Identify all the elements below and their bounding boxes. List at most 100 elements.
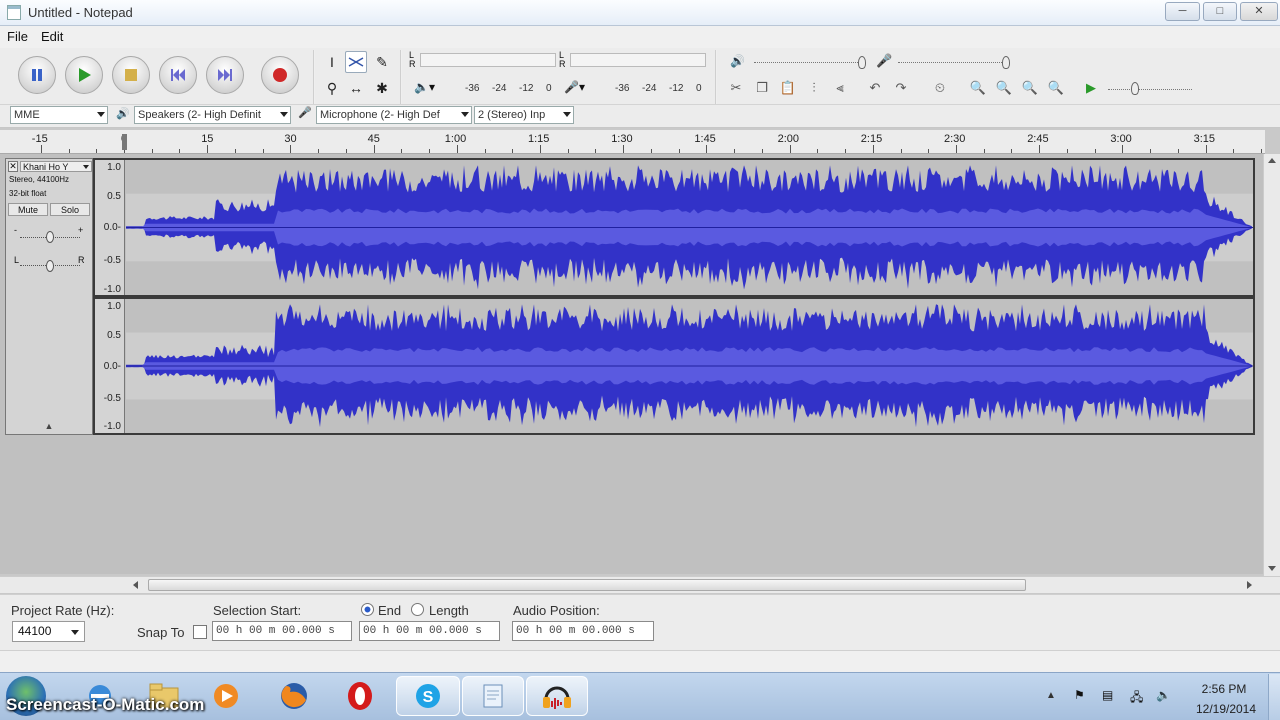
- record-button[interactable]: [261, 56, 299, 94]
- network-icon[interactable]: 🖧: [1130, 688, 1143, 709]
- zoom-out-icon[interactable]: 🔍: [994, 78, 1014, 98]
- ruler-minor-tick: [68, 149, 70, 153]
- channel-left[interactable]: 1.0 0.5 0.0- -0.5 -1.0: [93, 158, 1255, 297]
- input-volume-slider[interactable]: [898, 62, 1008, 63]
- notepad-taskbar-icon[interactable]: [462, 676, 524, 716]
- mute-button[interactable]: Mute: [8, 203, 48, 216]
- scale-label: 0.5: [107, 330, 121, 341]
- selection-tool-icon[interactable]: I: [321, 51, 343, 73]
- solo-button[interactable]: Solo: [50, 203, 90, 216]
- collapse-track-button[interactable]: ▲: [8, 421, 90, 433]
- track-close-button[interactable]: ✕: [8, 161, 18, 172]
- envelope-tool-icon[interactable]: [345, 51, 367, 73]
- ruler-tick-label: 2:15: [860, 133, 883, 145]
- vertical-scrollbar[interactable]: [1263, 154, 1280, 580]
- snap-to-checkbox[interactable]: [193, 625, 207, 639]
- output-volume-thumb[interactable]: [858, 56, 866, 69]
- clock-time[interactable]: 2:56 PM: [1199, 682, 1249, 696]
- audacity-taskbar-icon[interactable]: [526, 676, 588, 716]
- audio-position-field[interactable]: 00 h 00 m 00.000 s: [512, 621, 654, 641]
- draw-tool-icon[interactable]: ✎: [371, 51, 393, 73]
- stop-button[interactable]: [112, 56, 150, 94]
- play-speed-thumb[interactable]: [1131, 82, 1139, 95]
- show-desktop-button[interactable]: [1268, 674, 1280, 720]
- zoom-tool-icon[interactable]: ⚲: [321, 77, 343, 99]
- playhead-marker[interactable]: [122, 134, 127, 150]
- scale-label: -0.5: [103, 393, 121, 404]
- multi-tool-icon[interactable]: ✱: [371, 77, 393, 99]
- skip-to-end-button[interactable]: [206, 56, 244, 94]
- paste-icon[interactable]: 📋: [778, 78, 798, 98]
- horizontal-scrollbar[interactable]: [0, 576, 1280, 593]
- sync-lock-icon[interactable]: ⏲: [930, 78, 950, 98]
- volume-tray-icon[interactable]: 🔈: [1156, 688, 1171, 702]
- pan-thumb[interactable]: [46, 260, 54, 272]
- action-center-icon[interactable]: ⚑: [1074, 688, 1085, 702]
- media-player-taskbar-icon[interactable]: [206, 676, 246, 716]
- ruler-minor-tick: [900, 149, 902, 153]
- recording-device-dropdown[interactable]: Microphone (2- High Def: [316, 106, 472, 124]
- output-volume-slider[interactable]: [754, 62, 864, 63]
- ruler-minor-tick: [1177, 149, 1179, 153]
- firefox-taskbar-icon[interactable]: [274, 676, 314, 716]
- menu-edit[interactable]: Edit: [41, 29, 63, 44]
- ruler-minor-tick: [484, 149, 486, 153]
- zoom-in-icon[interactable]: 🔍: [968, 78, 988, 98]
- selection-end-field[interactable]: 00 h 00 m 00.000 s: [359, 621, 500, 641]
- show-hidden-icons-icon[interactable]: ▲: [1046, 690, 1056, 701]
- fit-project-icon[interactable]: 🔍: [1046, 78, 1066, 98]
- maximize-button[interactable]: □: [1203, 2, 1237, 21]
- project-rate-dropdown[interactable]: 44100: [12, 621, 85, 642]
- length-radio[interactable]: [411, 603, 424, 616]
- close-button[interactable]: ✕: [1240, 2, 1278, 21]
- device-icon[interactable]: ▤: [1102, 688, 1113, 702]
- waveform-right[interactable]: [126, 299, 1253, 433]
- track-name-menu[interactable]: Khani Ho Y: [20, 161, 92, 172]
- time-shift-tool-icon[interactable]: ↔: [345, 77, 367, 99]
- play-speed-slider[interactable]: [1108, 89, 1192, 90]
- ruler-minor-tick: [96, 149, 98, 153]
- cut-icon[interactable]: ✂: [726, 78, 746, 98]
- skip-to-start-button[interactable]: [159, 56, 197, 94]
- scroll-down-icon[interactable]: [1268, 566, 1276, 571]
- play-at-speed-icon[interactable]: ▶: [1081, 78, 1101, 98]
- input-volume-thumb[interactable]: [1002, 56, 1010, 69]
- horizontal-scroll-thumb[interactable]: [148, 579, 1026, 591]
- status-bar: [0, 650, 1280, 672]
- project-rate-value: 44100: [18, 624, 52, 638]
- playback-meter[interactable]: [420, 53, 556, 67]
- silence-icon[interactable]: ⫷: [830, 78, 850, 98]
- ruler-tick-mark: [1205, 145, 1207, 153]
- ruler-minor-tick: [401, 149, 403, 153]
- selection-start-field[interactable]: 00 h 00 m 00.000 s: [212, 621, 352, 641]
- copy-icon[interactable]: ❐: [752, 78, 772, 98]
- trim-icon[interactable]: ⫶: [804, 78, 824, 98]
- timeline-ruler[interactable]: -1501530451:001:151:301:452:002:152:302:…: [0, 130, 1265, 154]
- channels-dropdown[interactable]: 2 (Stereo) Inp: [474, 106, 574, 124]
- ruler-minor-tick: [928, 149, 930, 153]
- opera-taskbar-icon[interactable]: [340, 676, 380, 716]
- menu-file[interactable]: File: [7, 29, 28, 44]
- end-radio[interactable]: [361, 603, 374, 616]
- undo-icon[interactable]: ↶: [865, 78, 885, 98]
- pause-button[interactable]: [18, 56, 56, 94]
- clock-date[interactable]: 12/19/2014: [1188, 702, 1264, 716]
- ruler-tick-mark: [956, 145, 957, 153]
- redo-icon[interactable]: ↷: [891, 78, 911, 98]
- scroll-left-icon[interactable]: [133, 581, 138, 589]
- gain-thumb[interactable]: [46, 231, 54, 243]
- skype-taskbar-icon[interactable]: S: [396, 676, 460, 716]
- channel-right[interactable]: 1.0 0.5 0.0- -0.5 -1.0: [93, 297, 1255, 435]
- scroll-up-icon[interactable]: [1268, 158, 1276, 163]
- fit-selection-icon[interactable]: 🔍: [1020, 78, 1040, 98]
- minimize-button[interactable]: ─: [1165, 2, 1200, 21]
- waveform-left[interactable]: [126, 160, 1253, 295]
- record-meter[interactable]: [570, 53, 706, 67]
- channels-value: 2 (Stereo) Inp: [478, 109, 546, 121]
- scroll-right-icon[interactable]: [1247, 581, 1252, 589]
- playback-device-dropdown[interactable]: Speakers (2- High Definit: [134, 106, 291, 124]
- skip-end-icon: [218, 69, 232, 81]
- audio-host-dropdown[interactable]: MME: [10, 106, 108, 124]
- ruler-minor-tick: [234, 149, 236, 153]
- play-button[interactable]: [65, 56, 103, 94]
